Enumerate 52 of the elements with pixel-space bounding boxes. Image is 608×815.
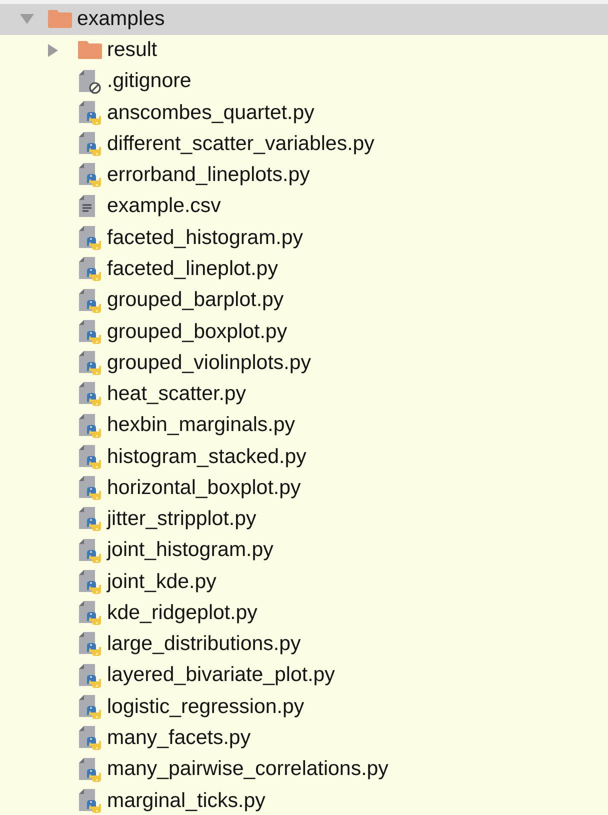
python-file-icon [79, 414, 101, 438]
tree-item[interactable]: grouped_violinplots.py [0, 347, 608, 379]
caret-right-icon[interactable] [48, 44, 58, 57]
folder-icon [78, 41, 102, 60]
tree-item[interactable]: grouped_barplot.py [0, 284, 608, 316]
python-file-icon [79, 632, 101, 656]
python-file-icon [79, 476, 101, 500]
tree-item[interactable]: example.csv [0, 191, 608, 222]
python-file-icon [79, 163, 101, 188]
python-file-icon [79, 570, 101, 594]
caret-down-icon[interactable] [20, 14, 34, 24]
tree-item[interactable]: joint_kde.py [0, 566, 608, 598]
python-file-icon [79, 132, 101, 156]
tree-item[interactable]: errorband_lineplots.py [0, 160, 608, 192]
tree-item[interactable]: large_distributions.py [0, 628, 608, 660]
tree-item[interactable]: layered_bivariate_plot.py [0, 660, 608, 692]
python-file-icon [79, 758, 101, 782]
tree-item[interactable]: .gitignore [0, 66, 608, 98]
tree-item[interactable]: faceted_histogram.py [0, 222, 608, 254]
tree-item[interactable]: marginal_ticks.py [0, 785, 608, 815]
ignored-file-icon [79, 70, 101, 94]
python-file-icon [79, 694, 101, 719]
python-file-icon [79, 288, 101, 313]
python-file-icon [79, 382, 101, 406]
python-file-icon [79, 226, 101, 250]
tree-item[interactable]: heat_scatter.py [0, 378, 608, 410]
python-file-icon [79, 664, 101, 688]
python-file-icon [79, 601, 101, 626]
tree-item[interactable]: horizontal_boxplot.py [0, 472, 608, 504]
tree-item[interactable]: joint_histogram.py [0, 535, 608, 566]
tree-item[interactable]: many_facets.py [0, 722, 608, 754]
python-file-icon [79, 538, 101, 563]
tree-item[interactable]: kde_ridgeplot.py [0, 598, 608, 629]
python-file-icon [79, 320, 101, 344]
python-file-icon [79, 257, 101, 282]
python-file-icon [79, 444, 101, 469]
tree-item[interactable]: many_pairwise_correlations.py [0, 754, 608, 786]
tree-item[interactable]: result [0, 34, 608, 66]
tree-item[interactable]: different_scatter_variables.py [0, 128, 608, 160]
tree-item[interactable]: hexbin_marginals.py [0, 410, 608, 442]
python-file-icon [79, 100, 101, 125]
tree-item[interactable]: anscombes_quartet.py [0, 97, 608, 129]
tree-item[interactable]: faceted_lineplot.py [0, 254, 608, 285]
python-file-icon [79, 507, 101, 532]
folder-icon [48, 10, 72, 28]
python-file-icon [79, 726, 101, 750]
tree-item[interactable]: histogram_stacked.py [0, 441, 608, 472]
tree-item[interactable]: jitter_stripplot.py [0, 504, 608, 536]
python-file-icon [79, 351, 101, 376]
tree-item[interactable]: logistic_regression.py [0, 691, 608, 723]
tree-item[interactable]: examples [0, 4, 608, 35]
tree-item[interactable]: grouped_boxplot.py [0, 316, 608, 348]
